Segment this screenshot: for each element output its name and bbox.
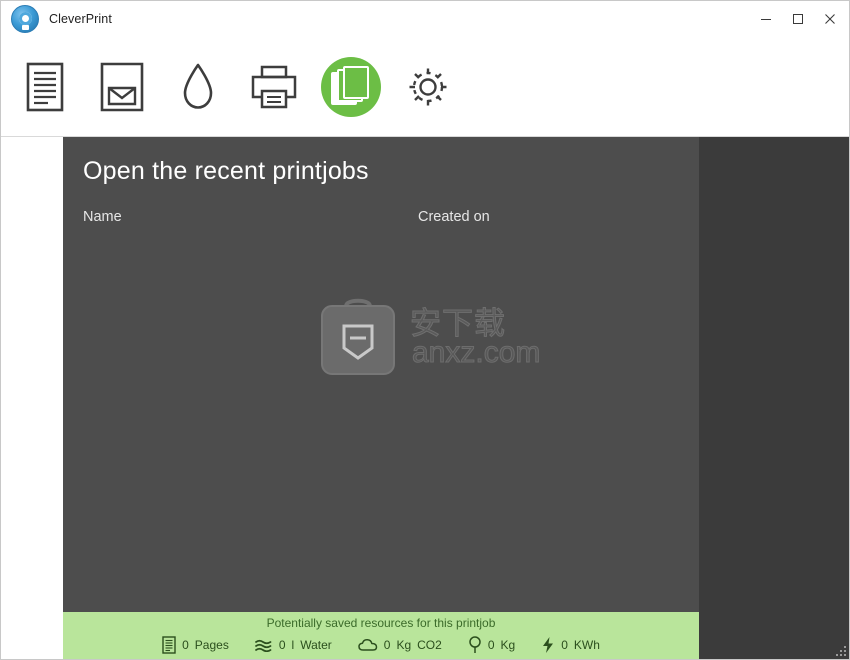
stat-water: 0l Water: [254, 638, 332, 652]
maximize-icon[interactable]: [785, 6, 811, 32]
application-window: CleverPrint Open the recent printjobs Na…: [0, 0, 850, 660]
window-title: CleverPrint: [49, 11, 112, 26]
page-title: Open the recent printjobs: [83, 157, 369, 185]
stat-tree: 0 Kg: [468, 636, 515, 654]
stat-co2-label: CO2: [417, 638, 442, 652]
gear-icon[interactable]: [399, 58, 457, 116]
watermark-text-line2: anxz.com: [411, 336, 541, 370]
printer-icon[interactable]: [245, 58, 303, 116]
stat-pages-value: 0: [182, 638, 189, 652]
stat-pages-unit: Pages: [194, 638, 229, 652]
right-rail: [699, 137, 849, 659]
watermark-text-line1: 安下载: [410, 306, 506, 343]
stat-tree-value: 0: [487, 638, 495, 652]
stat-co2-unit: Kg: [396, 638, 412, 652]
body-area: Open the recent printjobs Name Created o…: [1, 137, 849, 659]
stat-energy: 0 KWh: [541, 636, 600, 654]
stat-pages: 0 Pages: [162, 636, 229, 654]
tree-icon: [469, 636, 481, 653]
stat-tree-unit: Kg: [500, 638, 516, 652]
stat-water-unit: l: [291, 638, 295, 652]
stacked-pages-icon[interactable]: [321, 56, 381, 117]
close-icon[interactable]: [817, 6, 843, 32]
main-toolbar: [1, 37, 849, 137]
stat-co2: 0 Kg CO2: [358, 638, 442, 652]
stat-water-label: Water: [300, 638, 332, 652]
watermark: 安下载 anxz.com: [318, 292, 541, 392]
water-waves-icon: [254, 639, 272, 652]
envelope-document-icon[interactable]: [93, 58, 151, 116]
stat-water-value: 0: [278, 638, 286, 652]
stat-co2-value: 0: [383, 638, 391, 652]
left-rail: [1, 137, 63, 659]
cloud-icon: [358, 639, 377, 651]
title-bar: CleverPrint: [1, 1, 849, 37]
document-lines-icon[interactable]: [17, 58, 75, 116]
minimize-icon[interactable]: [753, 6, 779, 32]
printjobs-panel: Open the recent printjobs Name Created o…: [63, 137, 699, 659]
column-header-created-on: Created on: [418, 209, 490, 225]
resource-summary-footer: Potentially saved resources for this pri…: [63, 612, 699, 659]
window-controls: [753, 1, 849, 37]
footer-stats: 0 Pages 0l Water 0 Kg CO2 0 Kg 0 KWh: [63, 636, 699, 654]
column-header-name: Name: [83, 209, 122, 225]
footer-title: Potentially saved resources for this pri…: [266, 616, 496, 630]
lightning-icon: [543, 637, 554, 653]
cleverprint-logo-icon: [11, 4, 39, 33]
stat-energy-unit: KWh: [573, 638, 600, 652]
water-drop-icon[interactable]: [169, 58, 227, 116]
stat-energy-value: 0: [561, 638, 568, 652]
resize-grip[interactable]: [834, 644, 846, 656]
pages-icon: [162, 636, 176, 654]
